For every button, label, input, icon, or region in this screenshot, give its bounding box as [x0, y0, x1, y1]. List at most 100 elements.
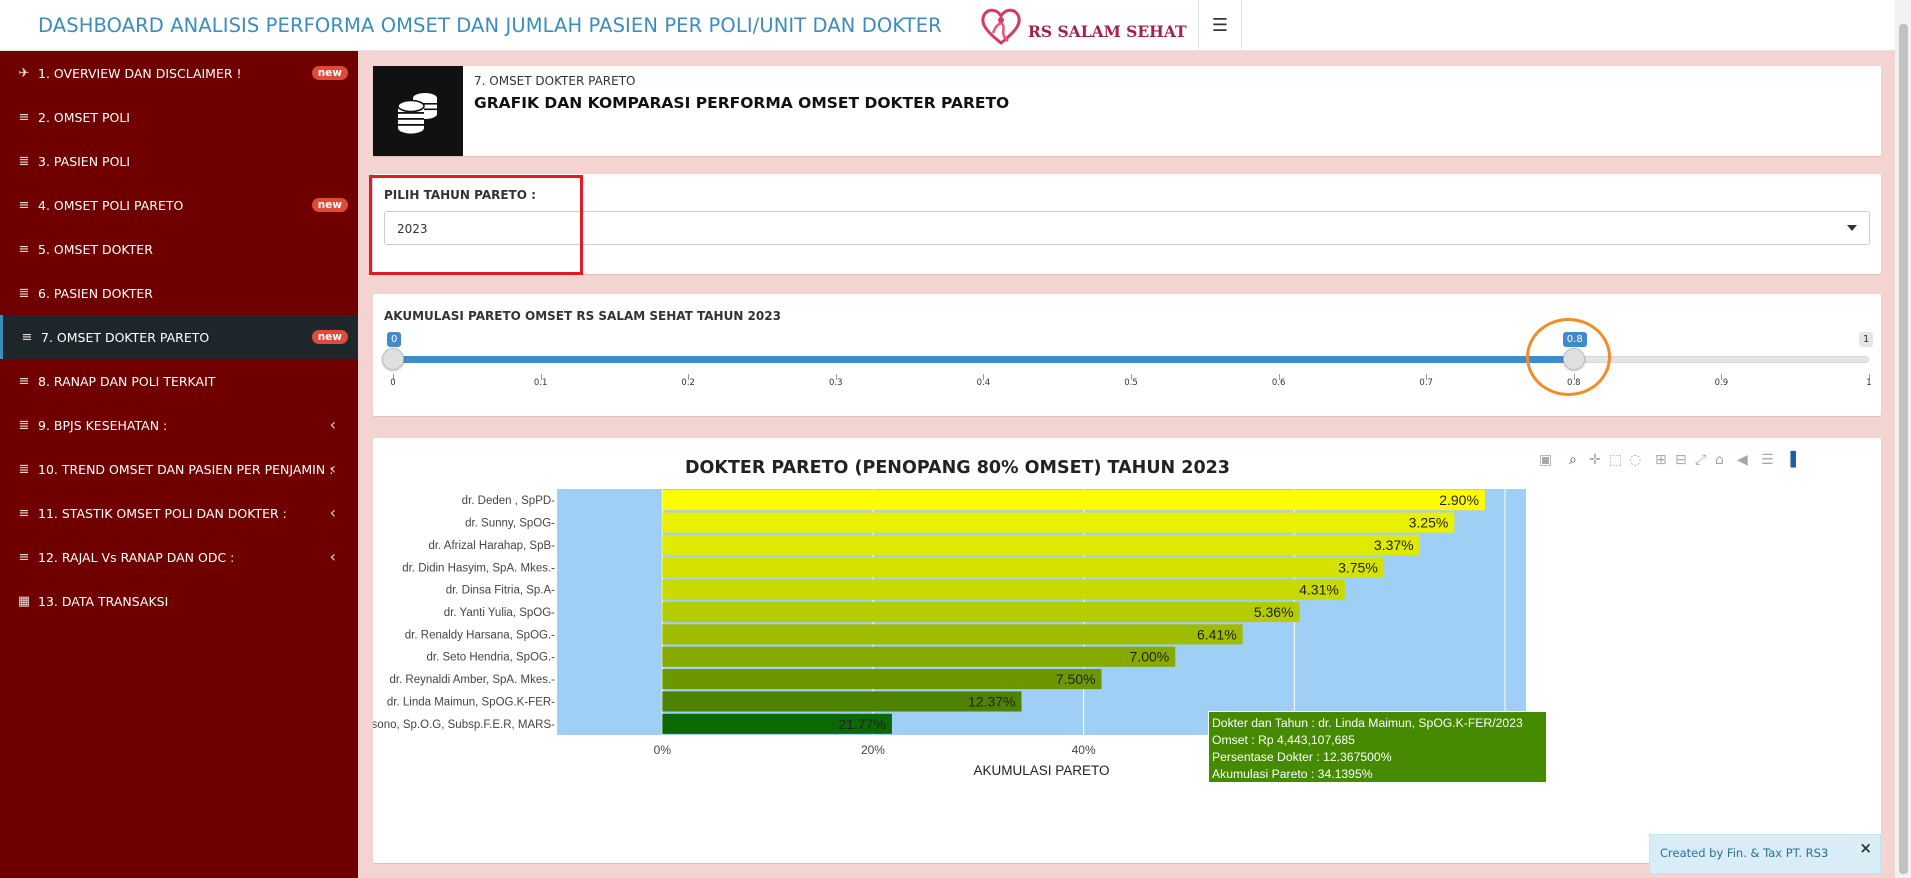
bar — [662, 512, 1455, 533]
hamburger-icon: ☰ — [1211, 15, 1229, 36]
y-tick-label: dr. Seto Hendria, SpOG.- — [427, 652, 556, 664]
bar-data-label: 7.00% — [1130, 649, 1170, 665]
year-select-panel: PILIH TAHUN PARETO : 2023 — [373, 174, 1881, 274]
scrollbar-thumb[interactable] — [1899, 24, 1908, 874]
coins-icon: ≡ — [18, 373, 30, 389]
credit-text: Created by Fin. & Tax PT. RS3 — [1660, 846, 1829, 860]
y-tick-label: dr. Deden , SpPD- — [462, 495, 555, 507]
sidebar-item-label: 7. OMSET DOKTER PARETO — [41, 329, 210, 345]
bed-icon: ≣ — [18, 153, 30, 169]
bar-data-label: 3.75% — [1338, 559, 1378, 575]
credit-notification: Created by Fin. & Tax PT. RS3 × — [1649, 834, 1881, 874]
chevron-left-icon: ‹ — [329, 459, 336, 478]
rocket-icon: ✈ — [18, 65, 30, 81]
new-badge: new — [311, 66, 348, 80]
y-tick-label: dr. Yanti Yulia, SpOG- — [444, 607, 555, 619]
chart-hover-tooltip: Dokter dan Tahun : dr. Linda Maimun, SpO… — [1208, 711, 1547, 783]
bed-icon: ≣ — [18, 417, 30, 433]
sidebar-item-label: 3. PASIEN POLI — [38, 153, 131, 169]
bed-icon: ≣ — [18, 285, 30, 301]
bar — [662, 669, 1102, 690]
slider-tick-label: 0.5 — [1124, 378, 1138, 388]
sidebar-item-1[interactable]: ✈ 1. OVERVIEW DAN DISCLAIMER ! new — [0, 51, 358, 95]
tooltip-line-omset: Omset : Rp 4,443,107,685 — [1212, 733, 1355, 747]
slider-tick-label: 0.4 — [976, 378, 991, 388]
sidebar-item-label: 4. OMSET POLI PARETO — [38, 197, 184, 213]
sidebar-item-2[interactable]: ≡ 2. OMSET POLI — [0, 95, 358, 139]
sidebar-item-3[interactable]: ≣ 3. PASIEN POLI — [0, 139, 358, 183]
sidebar-item-8[interactable]: ≡ 8. RANAP DAN POLI TERKAIT — [0, 359, 358, 403]
sidebar-item-9[interactable]: ≣ 9. BPJS KESEHATAN : ‹ — [0, 403, 358, 447]
sidebar-item-4[interactable]: ≡ 4. OMSET POLI PARETO new — [0, 183, 358, 227]
sidebar-item-11[interactable]: ≡ 11. STASTIK OMSET POLI DAN DOKTER : ‹ — [0, 491, 358, 535]
slider-tick-label: 0.9 — [1714, 378, 1729, 388]
slider-tick-label: 0.3 — [829, 378, 843, 388]
chevron-left-icon: ‹ — [329, 503, 336, 522]
bar — [662, 557, 1384, 578]
table-icon: ▦ — [17, 593, 31, 609]
x-tick-label: 0% — [654, 743, 672, 757]
sidebar-item-7[interactable]: ≡ 7. OMSET DOKTER PARETO new — [0, 315, 358, 359]
chevron-left-icon: ‹ — [329, 415, 336, 434]
sidebar-item-5[interactable]: ≡ 5. OMSET DOKTER — [0, 227, 358, 271]
slider-handle-from[interactable] — [382, 348, 404, 370]
x-tick-label: 40% — [1072, 743, 1096, 757]
sidebar-item-13[interactable]: ▦ 13. DATA TRANSAKSI — [0, 579, 358, 623]
infobox-title: GRAFIK DAN KOMPARASI PERFORMA OMSET DOKT… — [474, 94, 1010, 112]
slider-min-bubble: 0 — [387, 332, 402, 347]
sidebar-item-10[interactable]: ≣ 10. TREND OMSET DAN PASIEN PER PENJAMIN… — [0, 447, 358, 491]
y-tick-label: dr. Sigit Harsono, Sp.O.G, Subsp.F.E.R, … — [373, 719, 555, 731]
slider-tick-label: 0.7 — [1419, 378, 1433, 388]
bar — [662, 601, 1300, 623]
slider-tick-label: 0.1 — [533, 378, 548, 388]
bar — [662, 646, 1176, 667]
pareto-slider-panel: AKUMULASI PARETO OMSET RS SALAM SEHAT TA… — [373, 294, 1881, 416]
slider-tick-label: 0.6 — [1271, 378, 1286, 388]
bed-icon: ≣ — [18, 461, 30, 477]
year-select[interactable]: 2023 — [384, 211, 1870, 245]
coins-icon: ≡ — [18, 109, 30, 125]
dashboard-title: DASHBOARD ANALISIS PERFORMA OMSET DAN JU… — [38, 14, 942, 37]
sidebar-item-label: 12. RAJAL Vs RANAP DAN ODC : — [38, 549, 235, 565]
bar-chart: 0%20%40%60%80%dr. Deden , SpPD-2.90%dr. … — [373, 489, 1526, 778]
coins-icon: ≡ — [21, 329, 33, 345]
bar — [662, 579, 1345, 600]
sidebar-item-label: 6. PASIEN DOKTER — [38, 285, 153, 301]
coins-icon: ≡ — [18, 197, 30, 213]
heart-logo-icon — [981, 8, 1021, 45]
close-icon[interactable]: × — [1859, 839, 1872, 857]
sidebar-item-label: 5. OMSET DOKTER — [38, 241, 153, 257]
sidebar-toggle-button[interactable]: ☰ — [1198, 0, 1242, 51]
bar — [662, 624, 1243, 645]
sidebar-item-6[interactable]: ≣ 6. PASIEN DOKTER — [0, 271, 358, 315]
pareto-chart-panel: DOKTER PARETO (PENOPANG 80% OMSET) TAHUN… — [373, 438, 1881, 863]
bar-data-label: 7.50% — [1056, 671, 1096, 687]
bar-data-label: 3.37% — [1374, 537, 1414, 553]
highlight-annotation — [369, 175, 583, 275]
caret-down-icon — [1847, 225, 1857, 231]
sidebar-item-label: 8. RANAP DAN POLI TERKAIT — [38, 373, 216, 389]
sidebar: ✈ 1. OVERVIEW DAN DISCLAIMER ! new ≡ 2. OMSE… — [0, 51, 358, 878]
bar-data-label: 4.31% — [1299, 582, 1339, 598]
sidebar-item-label: 10. TREND OMSET DAN PASIEN PER PENJAMIN … — [38, 461, 334, 477]
bar — [662, 534, 1420, 555]
top-header: DASHBOARD ANALISIS PERFORMA OMSET DAN JU… — [0, 0, 1895, 51]
sidebar-item-12[interactable]: ≡ 12. RAJAL Vs RANAP DAN ODC : ‹ — [0, 535, 358, 579]
page-scrollbar[interactable] — [1895, 0, 1911, 878]
bar-data-label: 5.36% — [1254, 604, 1294, 620]
slider-max-bubble: 1 — [1859, 332, 1874, 347]
y-tick-label: dr. Reynaldi Amber, SpA. Mkes.- — [389, 674, 555, 686]
slider-tick-label: 0 — [390, 378, 396, 388]
logo-text: RS SALAM SEHAT — [1028, 22, 1187, 41]
y-tick-label: dr. Afrizal Harahap, SpB- — [428, 540, 555, 552]
bar-data-label: 21.77% — [838, 716, 885, 732]
coins-icon — [373, 66, 463, 156]
sidebar-item-label: 1. OVERVIEW DAN DISCLAIMER ! — [38, 65, 242, 81]
infobox-subtitle: 7. OMSET DOKTER PARETO — [474, 74, 636, 88]
x-axis-title: AKUMULASI PARETO — [973, 763, 1109, 778]
new-badge: new — [311, 330, 348, 344]
bar — [662, 490, 1485, 511]
coins-icon: ≡ — [18, 549, 30, 565]
sidebar-item-label: 11. STASTIK OMSET POLI DAN DOKTER : — [38, 505, 287, 521]
tooltip-line-cumulative: Akumulasi Pareto : 34.1395% — [1212, 767, 1373, 781]
